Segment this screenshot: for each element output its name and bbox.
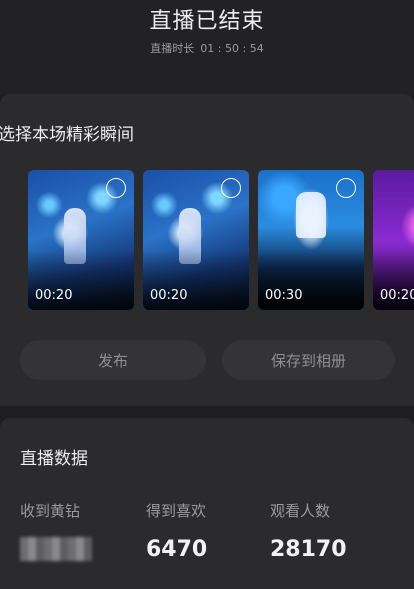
stat-viewers: 观看人数 28170 <box>270 500 347 562</box>
select-circle-icon[interactable] <box>336 178 356 198</box>
live-duration: 直播时长 01 : 50 : 54 <box>0 40 414 56</box>
clip-duration: 00:30 <box>265 288 303 303</box>
stat-viewers-value: 28170 <box>270 537 347 562</box>
clip-thumbnail[interactable]: 00:30 <box>258 170 364 310</box>
publish-button[interactable]: 发布 <box>20 340 206 380</box>
clip-thumbnail[interactable]: 00:20 <box>143 170 249 310</box>
performer-figure <box>296 192 326 238</box>
clip-duration: 00:20 <box>380 288 414 303</box>
stat-viewers-label: 观看人数 <box>270 502 331 520</box>
stat-received-label: 收到黄钻 <box>20 502 81 520</box>
clip-duration: 00:20 <box>150 288 188 303</box>
highlights-title: 选择本场精彩瞬间 <box>0 125 134 145</box>
stat-likes-label: 得到喜欢 <box>146 502 207 520</box>
clip-duration: 00:20 <box>35 288 73 303</box>
live-stats-card: 直播数据 收到黄钻 得到喜欢 6470 观看人数 28170 <box>0 418 414 589</box>
stat-likes-value: 6470 <box>146 537 208 562</box>
select-circle-icon[interactable] <box>221 178 241 198</box>
duration-label: 直播时长 <box>150 42 195 55</box>
select-circle-icon[interactable] <box>106 178 126 198</box>
stats-title: 直播数据 <box>20 449 88 469</box>
save-to-album-button[interactable]: 保存到相册 <box>222 340 395 380</box>
clip-thumbnail[interactable]: 00:20 <box>373 170 414 310</box>
end-header: 直播已结束 直播时长 01 : 50 : 54 <box>0 0 414 94</box>
page-title: 直播已结束 <box>149 9 265 34</box>
duration-value: 01 : 50 : 54 <box>200 42 264 55</box>
highlights-card: 选择本场精彩瞬间 00:20 00:20 00:30 00:20 发布 保存到相… <box>0 94 414 406</box>
stat-likes: 得到喜欢 6470 <box>146 500 207 562</box>
clip-thumbnail[interactable]: 00:20 <box>28 170 134 310</box>
stat-received: 收到黄钻 <box>20 500 92 561</box>
redacted-value <box>20 537 92 561</box>
clip-carousel[interactable]: 00:20 00:20 00:30 00:20 <box>28 170 414 310</box>
